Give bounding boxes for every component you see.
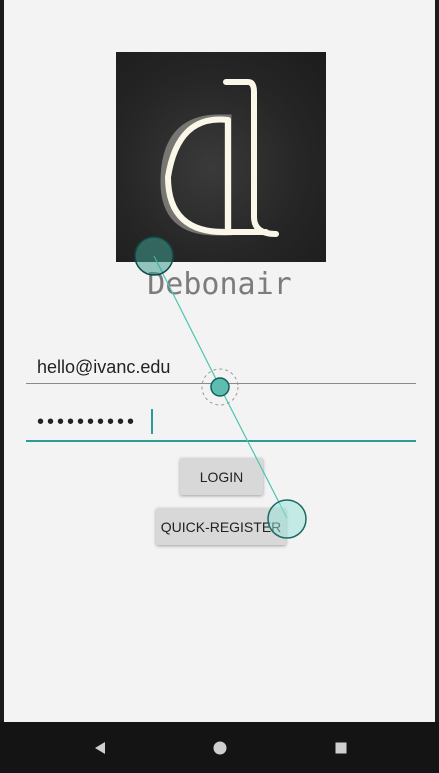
touch-point-indicator bbox=[210, 377, 230, 397]
back-triangle-icon[interactable] bbox=[90, 738, 110, 758]
app-screen: Debonair LOGIN QUICK-REGISTER bbox=[4, 0, 435, 722]
recents-square-icon[interactable] bbox=[331, 738, 351, 758]
home-circle-icon[interactable] bbox=[210, 738, 230, 758]
navigation-bar bbox=[0, 722, 439, 773]
touch-gesture-overlay bbox=[134, 236, 307, 539]
touch-start-indicator bbox=[134, 236, 174, 276]
touch-end-indicator bbox=[267, 499, 307, 539]
gesture-path-line bbox=[153, 255, 221, 388]
gesture-path-line bbox=[219, 386, 288, 519]
